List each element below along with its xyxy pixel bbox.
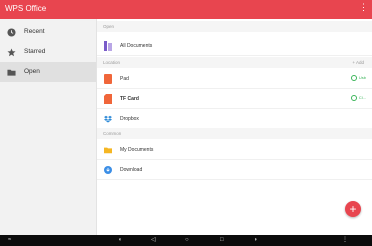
section-header-location: Location + Add [97, 57, 372, 68]
list-item-label: Pad [120, 76, 129, 82]
back-icon[interactable]: ◁ [151, 237, 156, 244]
download-icon [104, 166, 112, 174]
list-item-label: Download [120, 167, 143, 173]
list-item-download[interactable]: Download [97, 160, 372, 180]
list-item-all-documents[interactable]: All Documents [97, 36, 372, 56]
sd-card-icon [104, 94, 112, 104]
status-ring-icon [350, 95, 357, 101]
clock-icon [7, 28, 16, 37]
list-item-label: TF Card [120, 96, 139, 102]
sidebar-item-open[interactable]: Open [0, 62, 96, 82]
recents-icon[interactable]: □ [220, 237, 224, 244]
section-title: Location [103, 60, 121, 65]
sidebar-item-label: Open [24, 68, 40, 75]
volume-up-icon[interactable]: ◗ [254, 237, 258, 244]
storage-status: Usb [350, 75, 366, 81]
more-vert-icon[interactable]: ⋮ [359, 3, 368, 12]
sidebar-item-label: Recent [24, 28, 45, 35]
status-ring-icon [350, 75, 357, 81]
volume-down-icon[interactable]: ◖ [118, 237, 122, 244]
wifi-icon: ≈ [8, 237, 12, 243]
sidebar-item-starred[interactable]: Starred [0, 42, 96, 62]
sidebar-item-recent[interactable]: Recent [0, 22, 96, 42]
star-icon [7, 48, 16, 57]
menu-icon[interactable]: ⋮ [342, 237, 348, 244]
list-item-label: All Documents [120, 43, 153, 49]
list-item-pad[interactable]: Pad Usb [97, 69, 372, 89]
list-item-label: My Documents [120, 147, 154, 153]
sidebar-item-label: Starred [24, 48, 46, 55]
storage-status: Cl... [350, 95, 366, 101]
add-location-button[interactable]: + Add [352, 60, 364, 65]
system-nav-bar: ≈ ◖ ◁ ○ □ ◗ ⋮ [0, 235, 372, 246]
section-header-common: Common [97, 128, 372, 139]
main-content: Open All Documents Location + Add Pad Us… [97, 19, 372, 235]
dropbox-icon [104, 115, 112, 123]
section-header-open: Open [97, 21, 372, 32]
list-item-dropbox[interactable]: Dropbox [97, 109, 372, 129]
section-title: Open [103, 24, 115, 29]
documents-icon [104, 41, 112, 51]
home-icon[interactable]: ○ [185, 237, 189, 244]
folder-icon [104, 147, 112, 154]
app-title: WPS Office [5, 4, 47, 13]
folder-icon [7, 69, 16, 76]
list-item-my-documents[interactable]: My Documents [97, 140, 372, 160]
section-title: Common [103, 131, 122, 136]
add-fab-button[interactable]: + [345, 201, 361, 217]
list-item-label: Dropbox [120, 116, 139, 122]
sidebar: Recent Starred Open [0, 19, 97, 235]
list-item-tf-card[interactable]: TF Card Cl... [97, 89, 372, 109]
app-bar: WPS Office ⋮ [0, 0, 372, 19]
device-storage-icon [104, 74, 112, 84]
